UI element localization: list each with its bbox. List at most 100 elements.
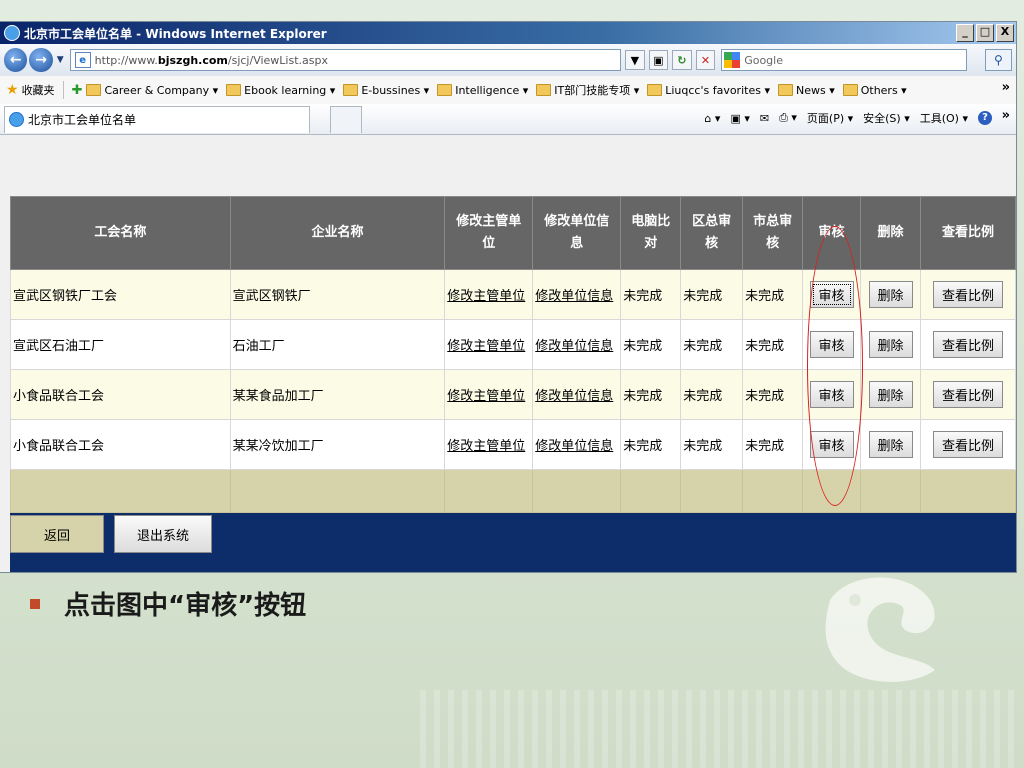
tab-active[interactable]: 北京市工会单位名单	[4, 105, 310, 133]
union-table: 工会名称 企业名称 修改主管单位 修改单位信息 电脑比对 区总审核 市总审核 审…	[10, 196, 1017, 513]
compatibility-icon[interactable]: ▣	[648, 50, 669, 70]
window-title: 北京市工会单位名单 - Windows Internet Explorer	[24, 26, 327, 41]
audit-button[interactable]: 审核	[809, 281, 854, 308]
search-input[interactable]: Google	[721, 49, 967, 71]
command-chevron-icon[interactable]: »	[1002, 108, 1010, 123]
audit-button[interactable]: 审核	[809, 381, 854, 408]
favorites-label[interactable]: 收藏夹	[22, 82, 55, 98]
decorative-stripes	[420, 690, 1020, 768]
fav-item-intelligence[interactable]: Intelligence ▾	[437, 84, 528, 97]
fav-item-it[interactable]: IT部门技能专项 ▾	[536, 82, 639, 98]
favorites-star-icon[interactable]: ★	[6, 82, 19, 98]
forward-arrow-icon[interactable]: →	[29, 48, 53, 72]
feeds-icon[interactable]: ▣ ▾	[730, 112, 749, 125]
url-dropdown-icon[interactable]: ▼	[625, 50, 645, 70]
tools-menu[interactable]: 工具(O) ▾	[920, 110, 968, 126]
favorites-bar: ★ 收藏夹 ✚ Career & Company ▾ Ebook learnin…	[0, 76, 1016, 104]
edit-unit-link[interactable]: 修改主管单位	[447, 389, 525, 404]
cell-compare: 未完成	[620, 419, 682, 470]
edit-info-link[interactable]: 修改单位信息	[535, 439, 613, 454]
col-company-name: 企业名称	[229, 196, 446, 270]
table-header-row: 工会名称 企业名称 修改主管单位 修改单位信息 电脑比对 区总审核 市总审核 审…	[10, 196, 1017, 270]
title-bar: 北京市工会单位名单 - Windows Internet Explorer _ …	[0, 22, 1016, 44]
folder-icon	[777, 84, 793, 96]
back-button[interactable]: 返回	[10, 515, 104, 553]
fav-item-ebook[interactable]: Ebook learning ▾	[226, 84, 335, 97]
edit-unit-link[interactable]: 修改主管单位	[447, 439, 525, 454]
cell-company: 某某冷饮加工厂	[229, 419, 446, 470]
page-menu[interactable]: 页面(P) ▾	[807, 110, 853, 126]
safety-menu[interactable]: 安全(S) ▾	[863, 110, 910, 126]
cell-union: 小食品联合工会	[10, 369, 231, 420]
audit-button[interactable]: 审核	[809, 431, 854, 458]
delete-button[interactable]: 删除	[868, 381, 913, 408]
fav-item-career[interactable]: Career & Company ▾	[86, 84, 218, 97]
col-audit: 审核	[802, 196, 862, 270]
close-button[interactable]: X	[996, 24, 1014, 42]
delete-button[interactable]: 删除	[868, 281, 913, 308]
fav-item-ebussines[interactable]: E-bussines ▾	[343, 84, 429, 97]
search-button-icon[interactable]: ⚲	[984, 49, 1013, 71]
exit-system-button[interactable]: 退出系统	[114, 515, 213, 553]
history-dropdown-icon[interactable]: ▼	[57, 55, 64, 65]
folder-icon	[226, 84, 242, 96]
footer-buttons: 返回 退出系统	[10, 513, 1016, 555]
new-tab-button[interactable]	[330, 105, 362, 133]
address-bar: ← → ▼ e http://www. bjszgh.com/sjcj/ViewL…	[0, 44, 1016, 76]
favorites-chevron-icon[interactable]: »	[1002, 80, 1010, 95]
view-ratio-button[interactable]: 查看比例	[932, 381, 1003, 408]
refresh-icon[interactable]: ↻	[672, 50, 692, 70]
jade-dragon-ornament-icon	[825, 577, 935, 682]
slide-caption-row: 点击图中“审核”按钮	[30, 585, 306, 622]
view-ratio-button[interactable]: 查看比例	[932, 331, 1003, 358]
table-row: 宣武区石油工厂 石油工厂 修改主管单位 修改单位信息 未完成 未完成 未完成 审…	[10, 319, 1017, 370]
cell-district: 未完成	[680, 419, 744, 470]
edit-info-link[interactable]: 修改单位信息	[535, 389, 613, 404]
edit-info-link[interactable]: 修改单位信息	[535, 289, 613, 304]
help-icon[interactable]: ?	[978, 111, 992, 125]
cell-city: 未完成	[742, 419, 804, 470]
fav-item-news[interactable]: News ▾	[777, 84, 835, 97]
url-input[interactable]: e http://www. bjszgh.com/sjcj/ViewList.as…	[69, 49, 622, 71]
fav-item-others[interactable]: Others ▾	[842, 84, 907, 97]
table-row: 宣武区钢铁厂工会 宣武区钢铁厂 修改主管单位 修改单位信息 未完成 未完成 未完…	[10, 269, 1017, 320]
view-ratio-button[interactable]: 查看比例	[932, 431, 1003, 458]
page-icon: e	[74, 52, 91, 68]
cell-company: 某某食品加工厂	[229, 369, 446, 420]
back-arrow-icon[interactable]: ←	[4, 48, 28, 72]
col-edit-info: 修改单位信息	[532, 196, 622, 270]
edit-info-link[interactable]: 修改单位信息	[535, 339, 613, 354]
edit-unit-link[interactable]: 修改主管单位	[447, 289, 525, 304]
col-ratio: 查看比例	[919, 196, 1017, 270]
delete-button[interactable]: 删除	[868, 331, 913, 358]
edit-unit-link[interactable]: 修改主管单位	[447, 339, 525, 354]
col-district-audit: 区总审核	[680, 196, 744, 270]
home-icon[interactable]: ⌂ ▾	[704, 112, 720, 125]
view-ratio-button[interactable]: 查看比例	[932, 281, 1003, 308]
table-footer-row	[10, 469, 1017, 513]
cell-district: 未完成	[680, 269, 744, 320]
slide-caption: 点击图中“审核”按钮	[64, 591, 307, 621]
cell-company: 宣武区钢铁厂	[229, 269, 446, 320]
ie-logo-icon	[4, 25, 20, 41]
tab-bar: 北京市工会单位名单 ⌂ ▾ ▣ ▾ ✉ ⎙ ▾ 页面(P) ▾ 安全(S) ▾ …	[0, 104, 1016, 135]
cell-district: 未完成	[680, 319, 744, 370]
col-compare: 电脑比对	[620, 196, 682, 270]
cell-company: 石油工厂	[229, 319, 446, 370]
minimize-button[interactable]: _	[956, 24, 974, 42]
folder-icon	[343, 84, 359, 96]
cell-district: 未完成	[680, 369, 744, 420]
cell-union: 宣武区石油工厂	[10, 319, 231, 370]
add-favorite-icon[interactable]: ✚	[72, 83, 83, 98]
fav-item-liuqcc[interactable]: Liuqcc's favorites ▾	[647, 84, 770, 97]
maximize-button[interactable]: □	[976, 24, 994, 42]
stop-icon[interactable]: ✕	[695, 50, 716, 70]
table-row: 小食品联合工会 某某冷饮加工厂 修改主管单位 修改单位信息 未完成 未完成 未完…	[10, 419, 1017, 470]
audit-button[interactable]: 审核	[809, 331, 854, 358]
delete-button[interactable]: 删除	[868, 431, 913, 458]
print-icon[interactable]: ⎙ ▾	[779, 111, 797, 125]
cell-compare: 未完成	[620, 269, 682, 320]
col-delete: 删除	[860, 196, 921, 270]
folder-icon	[536, 84, 552, 96]
mail-icon[interactable]: ✉	[760, 112, 769, 125]
